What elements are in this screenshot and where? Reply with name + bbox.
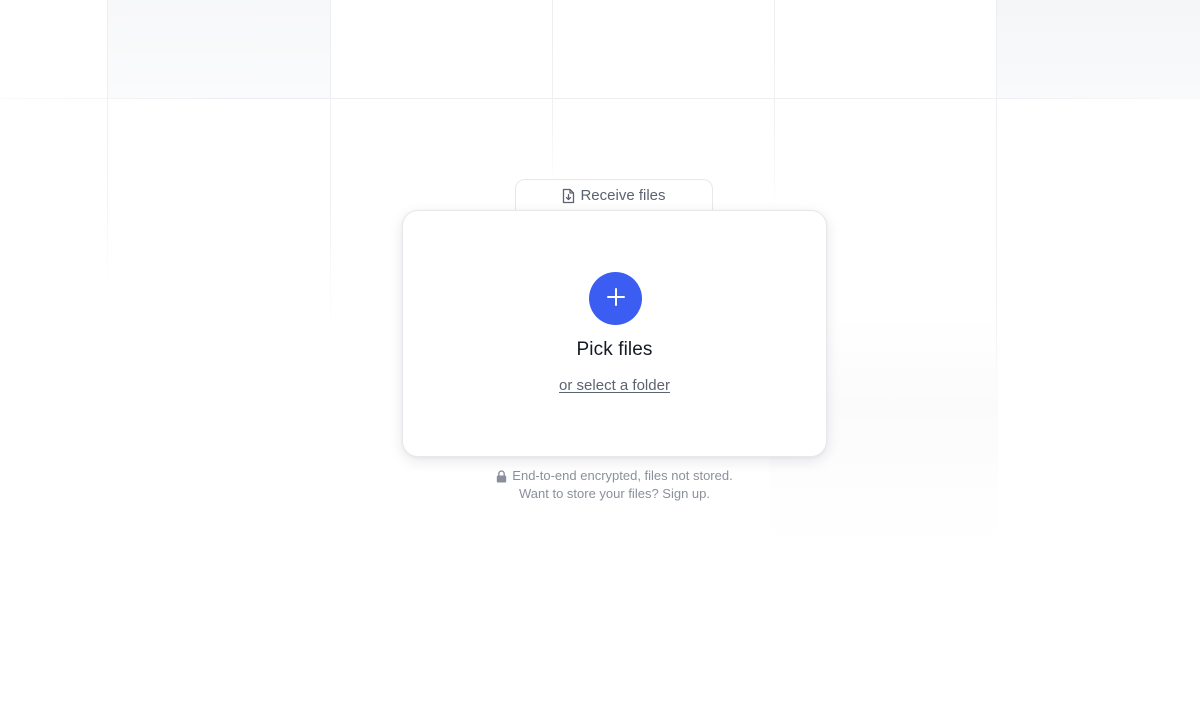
encryption-line: End-to-end encrypted, files not stored. <box>402 467 827 485</box>
receive-files-label: Receive files <box>580 187 666 204</box>
encryption-text: End-to-end encrypted, files not stored. <box>512 468 733 483</box>
plus-icon <box>606 287 626 310</box>
grid-cell <box>107 0 330 98</box>
signup-link[interactable]: Want to store your files? Sign up. <box>402 485 827 503</box>
add-files-button[interactable] <box>589 272 642 325</box>
grid-line <box>330 0 331 335</box>
grid-line <box>996 0 997 500</box>
encryption-note: End-to-end encrypted, files not stored. … <box>402 467 827 503</box>
pick-files-card[interactable]: Pick files or select a folder <box>402 210 827 457</box>
grid-line <box>0 98 1200 99</box>
grid-line <box>552 0 553 190</box>
receive-files-tab-content: Receive files <box>562 187 666 204</box>
upload-page: Receive files Pick files or select a fol… <box>0 0 1200 727</box>
pick-files-title[interactable]: Pick files <box>403 339 826 361</box>
select-folder-link[interactable]: or select a folder <box>403 377 826 394</box>
grid-line <box>774 0 775 210</box>
grid-line <box>107 0 108 290</box>
lock-icon <box>496 469 507 483</box>
file-download-icon <box>562 188 575 204</box>
grid-cell <box>997 0 1200 98</box>
